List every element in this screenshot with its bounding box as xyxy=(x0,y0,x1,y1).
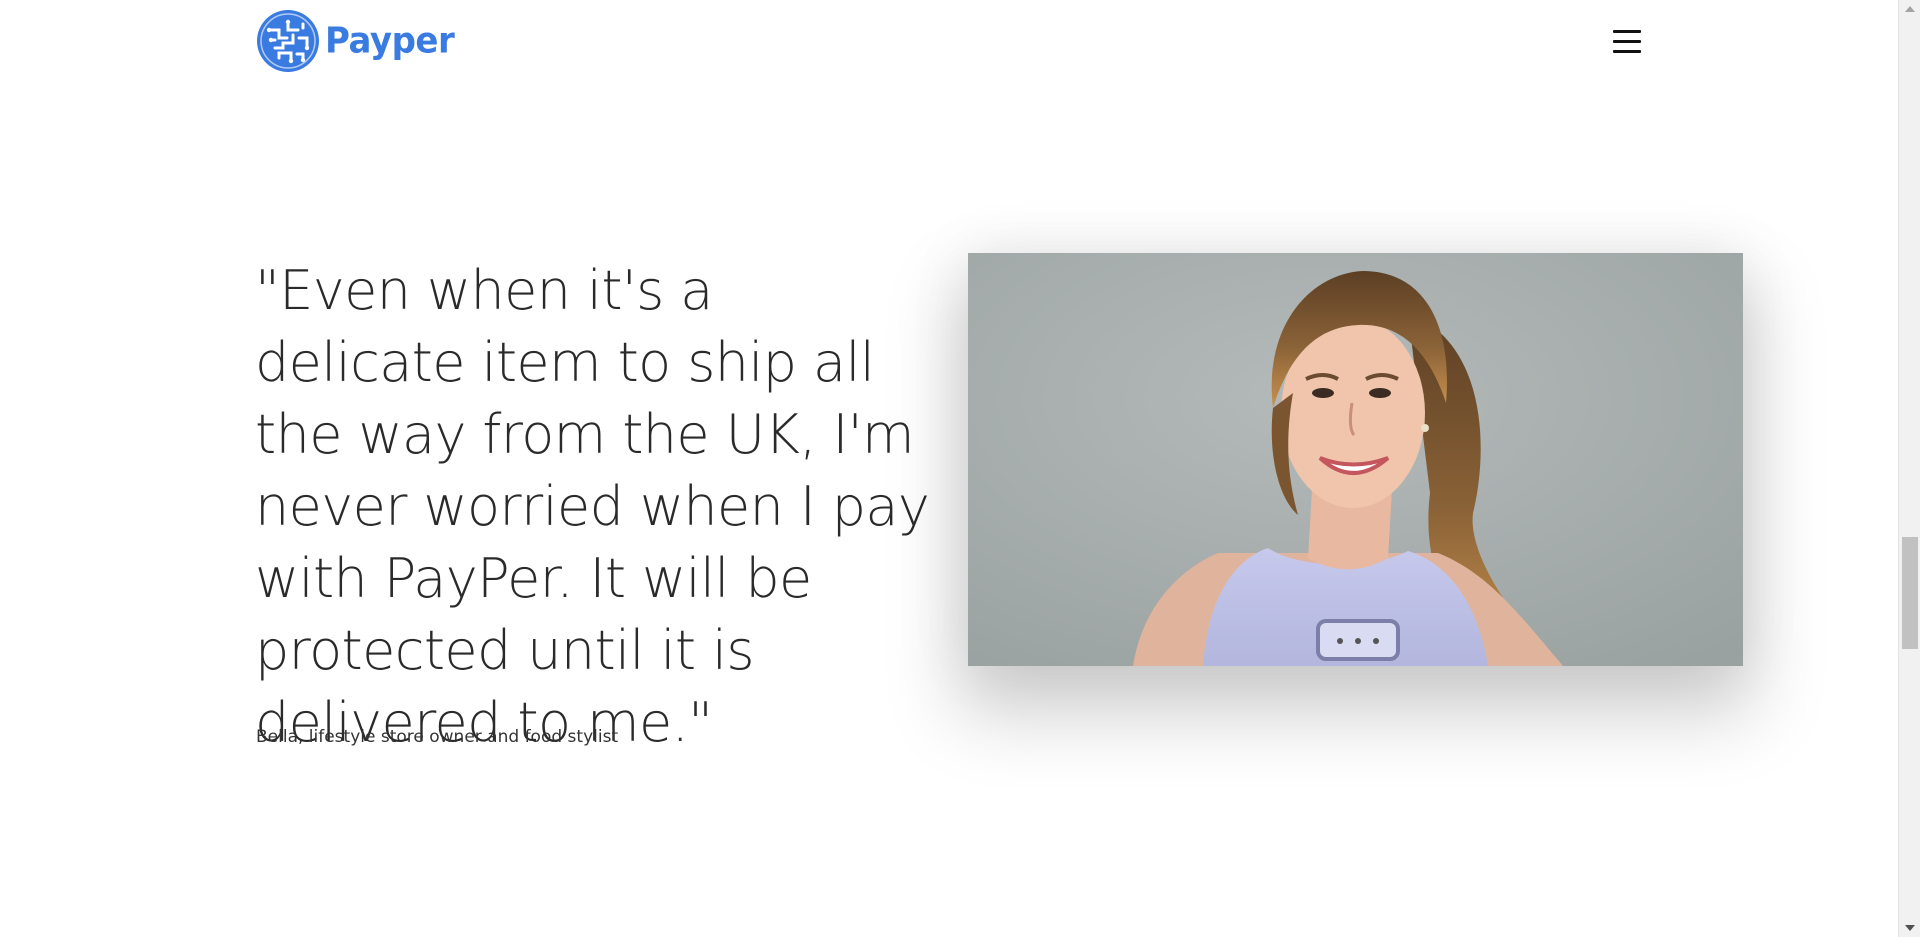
page: Payper "Even when it's a delicate item t… xyxy=(0,0,1898,937)
customer-portrait-icon xyxy=(968,253,1743,666)
hamburger-menu-icon[interactable] xyxy=(1610,25,1644,59)
brand-name: Payper xyxy=(325,20,455,62)
vertical-scrollbar[interactable] xyxy=(1898,0,1920,937)
site-header: Payper xyxy=(255,8,1645,78)
circuit-globe-logo-icon xyxy=(257,10,319,72)
testimonial-quote: "Even when it's a delicate item to ship … xyxy=(255,259,930,754)
scroll-down-arrow-icon[interactable] xyxy=(1905,925,1915,931)
testimonial-author: Bella, lifestyle store owner and food st… xyxy=(256,727,619,747)
scroll-up-arrow-icon[interactable] xyxy=(1905,6,1915,12)
testimonial-photo xyxy=(968,253,1743,666)
scrollbar-thumb[interactable] xyxy=(1902,537,1918,649)
brand-logo-link[interactable]: Payper xyxy=(255,8,455,74)
